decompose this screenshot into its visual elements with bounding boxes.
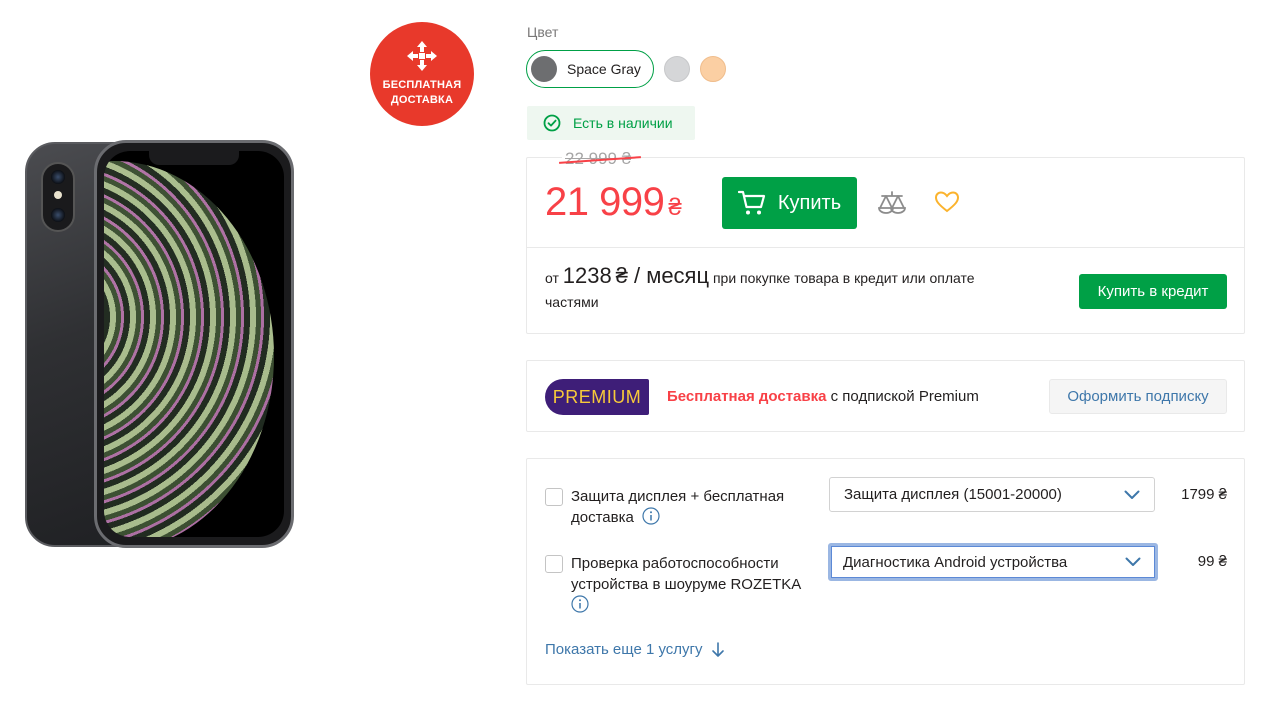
free-delivery-badge: БЕСПЛАТНАЯ ДОСТАВКА: [370, 22, 474, 126]
stock-status-badge: Есть в наличии: [527, 106, 695, 140]
check-circle-icon: [543, 114, 561, 132]
color-swatch-gray: [531, 56, 557, 82]
price-divider: [527, 247, 1244, 248]
delivery-badge-line2: ДОСТАВКА: [390, 94, 454, 106]
service-label-text: Защита дисплея + бесплатная доставка: [571, 488, 785, 526]
color-option-gold[interactable]: [699, 56, 726, 82]
credit-amount: 1238: [562, 263, 612, 288]
premium-description: с подпиской Premium: [826, 388, 979, 405]
buy-button[interactable]: Купить: [722, 177, 857, 229]
premium-highlight: Бесплатная доставка: [667, 388, 827, 405]
buy-on-credit-button[interactable]: Купить в кредит: [1079, 274, 1227, 309]
color-option-silver[interactable]: [663, 56, 690, 82]
service-label-text: Проверка работоспособности устройства в …: [571, 555, 802, 593]
info-icon[interactable]: [571, 595, 589, 613]
service-select-display-protection[interactable]: Защита дисплея (15001-20000): [829, 477, 1155, 512]
credit-per-month: ₴ / месяц: [615, 263, 710, 288]
subscribe-button[interactable]: Оформить подписку: [1049, 379, 1227, 414]
phone-front-image: [94, 140, 294, 548]
premium-block: PREMIUM Бесплатная доставка с подпиской …: [526, 360, 1245, 432]
services-block: Защита дисплея + бесплатная доставка Защ…: [526, 458, 1245, 685]
color-option-space-gray[interactable]: Space Gray: [526, 50, 654, 88]
current-price-value: 21 999: [545, 180, 665, 224]
heart-icon[interactable]: [934, 190, 960, 214]
chevron-down-icon: [1125, 557, 1141, 566]
service-checkbox-device-check[interactable]: [545, 555, 563, 573]
cart-icon: [737, 190, 765, 215]
delivery-badge-line1: БЕСПЛАТНАЯ: [382, 79, 462, 91]
service-price-device-check: 99 ₴: [1197, 553, 1227, 570]
credit-prefix: от: [545, 270, 559, 286]
credit-offer-text: от 1238 ₴ / месяц при покупке товара в к…: [545, 264, 1025, 314]
current-price-currency: ₴: [668, 194, 682, 221]
select-value: Диагностика Android устройства: [843, 553, 1068, 571]
premium-logo: PREMIUM: [545, 379, 649, 415]
compare-scales-icon[interactable]: [877, 189, 907, 217]
show-more-services-link[interactable]: Показать еще 1 услугу: [545, 641, 725, 658]
chevron-down-icon: [1124, 490, 1140, 499]
stock-status-text: Есть в наличии: [573, 115, 673, 131]
service-price-display-protection: 1799 ₴: [1181, 486, 1227, 503]
camera-module: [41, 162, 75, 232]
service-label-device-check: Проверка работоспособности устройства в …: [571, 553, 811, 616]
service-checkbox-display-protection[interactable]: [545, 488, 563, 506]
product-image[interactable]: [22, 140, 297, 550]
service-select-device-check[interactable]: Диагностика Android устройства: [828, 543, 1158, 581]
premium-text: Бесплатная доставка с подпиской Premium: [667, 388, 979, 405]
color-label: Цвет: [527, 24, 559, 40]
color-options: Space Gray: [526, 50, 726, 88]
select-value: Защита дисплея (15001-20000): [844, 486, 1062, 503]
info-icon[interactable]: [642, 507, 660, 525]
price-block: 22 999 ₴ 21 999₴ Купить от 1238 ₴ / меся…: [526, 149, 1245, 334]
arrow-down-icon: [711, 641, 724, 657]
buy-button-label: Купить: [777, 191, 842, 214]
nova-poshta-icon: [407, 41, 437, 71]
service-label-display-protection: Защита дисплея + бесплатная доставка: [571, 486, 811, 528]
show-more-label: Показать еще 1 услугу: [545, 641, 703, 658]
current-price: 21 999 ₴: [545, 180, 682, 225]
selected-color-name: Space Gray: [567, 61, 641, 77]
